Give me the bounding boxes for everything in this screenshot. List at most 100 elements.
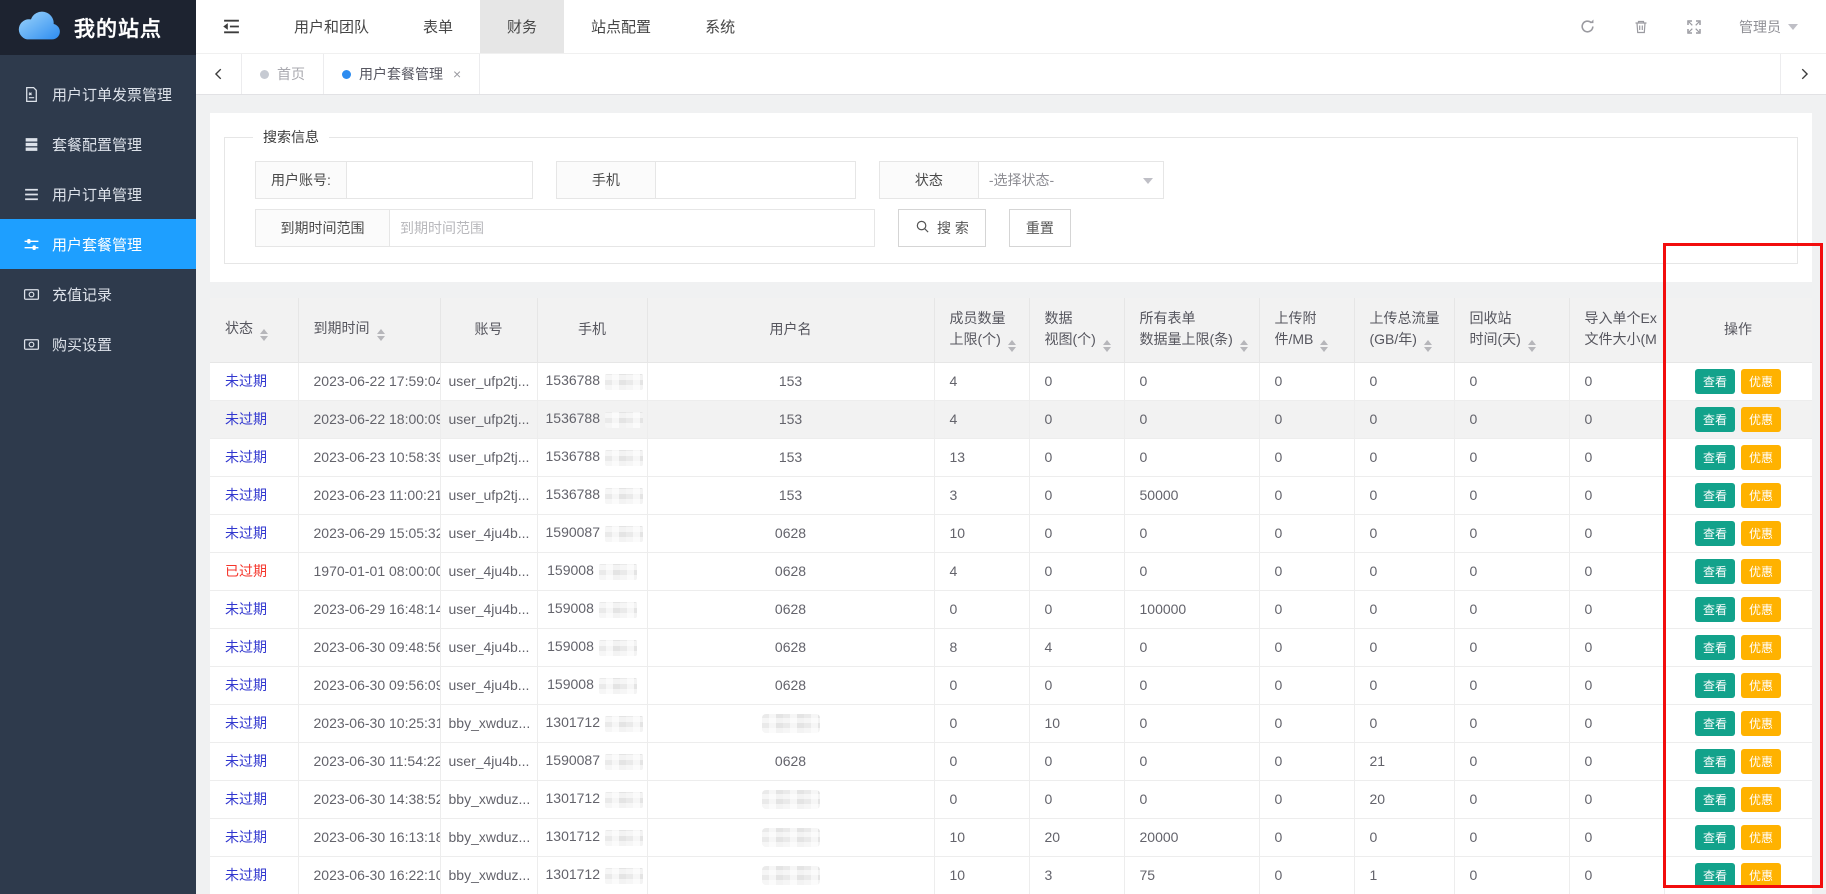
promo-button[interactable]: 优惠 — [1741, 711, 1781, 736]
reset-button[interactable]: 重置 — [1009, 209, 1071, 247]
cell-value-0: 0 — [934, 704, 1029, 742]
account-input[interactable] — [347, 161, 533, 199]
sort-icon[interactable] — [1528, 340, 1536, 352]
cell-expire-time: 2023-06-29 15:05:32 — [298, 514, 440, 552]
column-header-9[interactable]: 上传总流量(GB/年) — [1354, 298, 1454, 362]
collapse-sidebar-icon[interactable] — [222, 18, 241, 35]
invoice-icon — [22, 85, 40, 103]
status-link[interactable]: 未过期 — [225, 525, 267, 541]
status-link[interactable]: 未过期 — [225, 639, 267, 655]
view-button[interactable]: 查看 — [1695, 635, 1735, 660]
view-button[interactable]: 查看 — [1695, 445, 1735, 470]
sidebar-item-2[interactable]: 用户订单管理 — [0, 169, 196, 219]
view-button[interactable]: 查看 — [1695, 673, 1735, 698]
topnav-item-3[interactable]: 站点配置 — [564, 0, 678, 53]
promo-button[interactable]: 优惠 — [1741, 445, 1781, 470]
sidebar-item-5[interactable]: 购买设置 — [0, 319, 196, 369]
sidebar-item-3[interactable]: 用户套餐管理 — [0, 219, 196, 269]
promo-button[interactable]: 优惠 — [1741, 521, 1781, 546]
promo-button[interactable]: 优惠 — [1741, 863, 1781, 888]
topnav-item-0[interactable]: 用户和团队 — [267, 0, 396, 53]
topnav-item-4[interactable]: 系统 — [678, 0, 762, 53]
topnav-item-2[interactable]: 财务 — [480, 0, 564, 53]
sort-icon[interactable] — [260, 329, 268, 341]
status-link[interactable]: 未过期 — [225, 829, 267, 845]
status-link[interactable]: 未过期 — [225, 753, 267, 769]
status-link[interactable]: 未过期 — [225, 373, 267, 389]
cell-value-2: 0 — [1124, 742, 1259, 780]
table-row: 未过期2023-06-22 18:00:09user_ufp2tj...1536… — [210, 400, 1812, 438]
status-select-value: -选择状态- — [989, 172, 1054, 188]
promo-button[interactable]: 优惠 — [1741, 559, 1781, 584]
redacted-phone — [605, 374, 643, 390]
tab-current[interactable]: 用户套餐管理 × — [324, 54, 480, 94]
refresh-icon[interactable] — [1579, 18, 1596, 35]
status-select[interactable]: -选择状态- — [979, 161, 1164, 199]
phone-input[interactable] — [656, 161, 856, 199]
sort-icon[interactable] — [1424, 340, 1432, 352]
column-header-10[interactable]: 回收站时间(天) — [1454, 298, 1569, 362]
sidebar-item-1[interactable]: 套餐配置管理 — [0, 119, 196, 169]
promo-button[interactable]: 优惠 — [1741, 407, 1781, 432]
promo-button[interactable]: 优惠 — [1741, 635, 1781, 660]
cell-value-4: 0 — [1354, 514, 1454, 552]
sidebar-item-0[interactable]: 用户订单发票管理 — [0, 69, 196, 119]
view-button[interactable]: 查看 — [1695, 369, 1735, 394]
view-button[interactable]: 查看 — [1695, 863, 1735, 888]
sidebar-item-4[interactable]: 充值记录 — [0, 269, 196, 319]
promo-button[interactable]: 优惠 — [1741, 369, 1781, 394]
column-header-6[interactable]: 数据视图(个) — [1029, 298, 1124, 362]
date-range-input[interactable] — [390, 209, 875, 247]
topnav-item-1[interactable]: 表单 — [396, 0, 480, 53]
status-label: 状态 — [879, 161, 979, 199]
view-button[interactable]: 查看 — [1695, 521, 1735, 546]
status-link[interactable]: 未过期 — [225, 487, 267, 503]
admin-dropdown[interactable]: 管理员 — [1739, 17, 1798, 37]
promo-button[interactable]: 优惠 — [1741, 483, 1781, 508]
status-link[interactable]: 未过期 — [225, 867, 267, 883]
tabs-scroll-right-icon[interactable] — [1780, 54, 1826, 94]
fullscreen-icon[interactable] — [1686, 19, 1702, 35]
status-link[interactable]: 未过期 — [225, 601, 267, 617]
view-button[interactable]: 查看 — [1695, 711, 1735, 736]
sort-icon[interactable] — [1320, 340, 1328, 352]
promo-button[interactable]: 优惠 — [1741, 749, 1781, 774]
sort-icon[interactable] — [1008, 340, 1016, 352]
status-link[interactable]: 未过期 — [225, 677, 267, 693]
column-header-0[interactable]: 状态 — [210, 298, 298, 362]
cell-account: bby_xwduz... — [440, 780, 537, 818]
sort-icon[interactable] — [377, 329, 385, 341]
cell-username: 153 — [647, 438, 934, 476]
view-button[interactable]: 查看 — [1695, 559, 1735, 584]
sort-icon[interactable] — [1240, 340, 1248, 352]
close-tab-icon[interactable]: × — [453, 66, 461, 82]
search-button[interactable]: 搜 索 — [898, 209, 986, 247]
sort-icon[interactable] — [1103, 340, 1111, 352]
tabs-scroll-left-icon[interactable] — [196, 54, 242, 94]
status-link[interactable]: 已过期 — [225, 563, 267, 579]
view-button[interactable]: 查看 — [1695, 825, 1735, 850]
view-button[interactable]: 查看 — [1695, 483, 1735, 508]
cell-status: 未过期 — [210, 476, 298, 514]
trash-icon[interactable] — [1633, 19, 1649, 35]
view-button[interactable]: 查看 — [1695, 787, 1735, 812]
column-header-5[interactable]: 成员数量上限(个) — [934, 298, 1029, 362]
promo-button[interactable]: 优惠 — [1741, 787, 1781, 812]
view-button[interactable]: 查看 — [1695, 597, 1735, 622]
promo-button[interactable]: 优惠 — [1741, 597, 1781, 622]
account-label: 用户账号: — [255, 161, 347, 199]
view-button[interactable]: 查看 — [1695, 749, 1735, 774]
column-header-1[interactable]: 到期时间 — [298, 298, 440, 362]
tab-home[interactable]: 首页 — [242, 54, 324, 94]
promo-button[interactable]: 优惠 — [1741, 825, 1781, 850]
redacted-phone — [605, 526, 643, 542]
column-header-7[interactable]: 所有表单数据量上限(条) — [1124, 298, 1259, 362]
status-link[interactable]: 未过期 — [225, 449, 267, 465]
status-link[interactable]: 未过期 — [225, 411, 267, 427]
cell-username — [647, 780, 934, 818]
view-button[interactable]: 查看 — [1695, 407, 1735, 432]
status-link[interactable]: 未过期 — [225, 791, 267, 807]
column-header-8[interactable]: 上传附件/MB — [1259, 298, 1354, 362]
promo-button[interactable]: 优惠 — [1741, 673, 1781, 698]
status-link[interactable]: 未过期 — [225, 715, 267, 731]
